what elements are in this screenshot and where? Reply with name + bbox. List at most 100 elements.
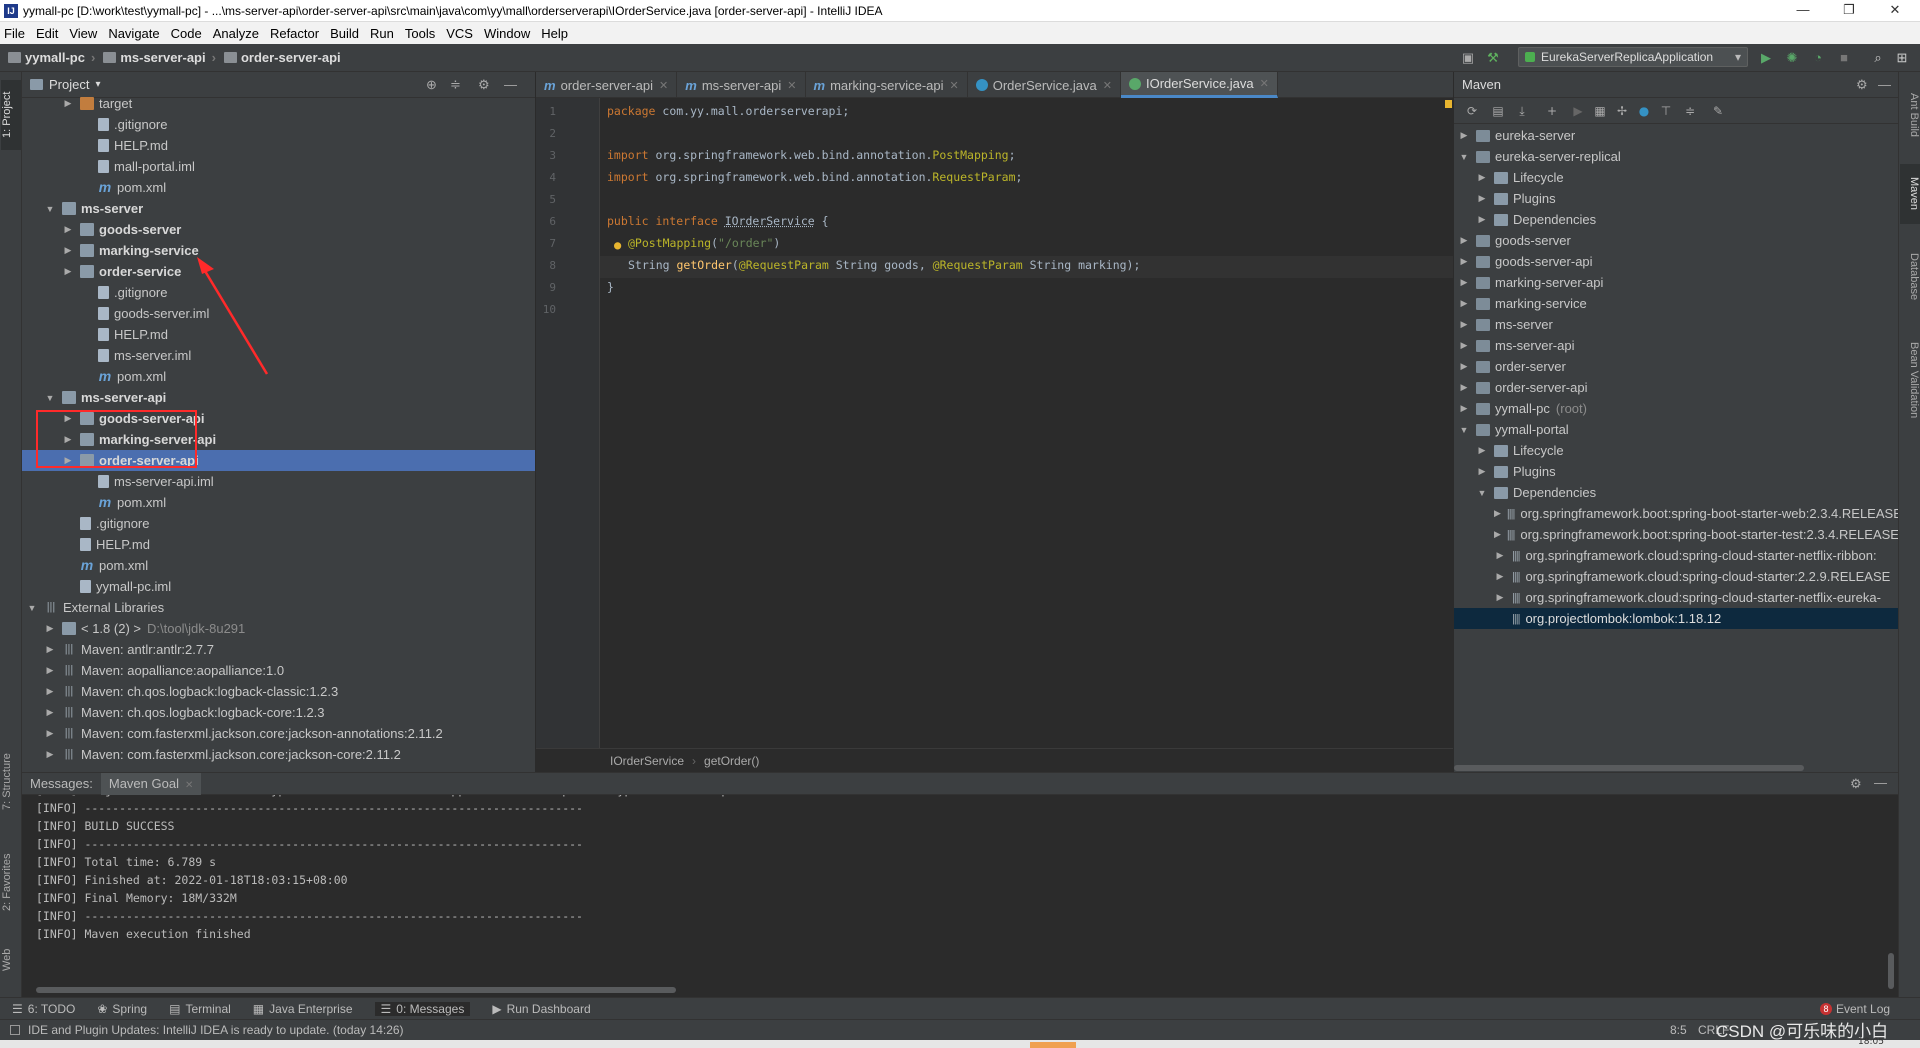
maven-tree-item[interactable]: |||| org.projectlombok:lombok:1.18.12 bbox=[1454, 608, 1898, 629]
close-tab-icon[interactable]: ✕ bbox=[950, 79, 959, 92]
tab-database[interactable]: Database bbox=[1900, 242, 1920, 312]
horizontal-scrollbar[interactable] bbox=[36, 987, 676, 993]
expand-arrow-icon[interactable]: ▶ bbox=[1476, 445, 1488, 456]
expand-arrow-icon[interactable]: ▶ bbox=[1476, 466, 1488, 477]
expand-arrow-icon[interactable]: ▶ bbox=[1476, 214, 1488, 225]
maven-tree-item[interactable]: ▶ Plugins bbox=[1454, 461, 1898, 482]
tree-item[interactable]: m pom.xml bbox=[22, 366, 535, 387]
toggle-offline-icon[interactable]: ✢ bbox=[1614, 103, 1630, 119]
maven-tree-item[interactable]: ▶ marking-server-api bbox=[1454, 272, 1898, 293]
expand-arrow-icon[interactable]: ▶ bbox=[62, 434, 74, 445]
expand-arrow-icon[interactable]: ▶ bbox=[1494, 508, 1501, 519]
expand-arrow-icon[interactable]: ▶ bbox=[1494, 592, 1506, 603]
expand-arrow-icon[interactable]: ▶ bbox=[1458, 382, 1470, 393]
breadcrumb-item[interactable]: order-server-api bbox=[223, 50, 341, 65]
tree-item[interactable]: ▼ ms-server-api bbox=[22, 387, 535, 408]
editor-tab[interactable]: m order-server-api ✕ bbox=[536, 72, 678, 98]
breadcrumb-method[interactable]: getOrder() bbox=[704, 754, 759, 768]
expand-arrow-icon[interactable]: ▼ bbox=[44, 393, 56, 403]
tool-window-button[interactable]: ▦ Java Enterprise bbox=[253, 1002, 353, 1016]
expand-arrow-icon[interactable]: ▶ bbox=[62, 455, 74, 466]
expand-arrow-icon[interactable]: ▼ bbox=[1476, 488, 1488, 498]
maven-tree-item[interactable]: ▶ order-server-api bbox=[1454, 377, 1898, 398]
hide-panel-icon[interactable]: — bbox=[1874, 775, 1887, 790]
tab-favorites[interactable]: 2: Favorites bbox=[1, 842, 21, 922]
gear-icon[interactable]: ⚙ bbox=[1850, 776, 1862, 792]
editor-tab[interactable]: m marking-service-api ✕ bbox=[806, 72, 968, 98]
tree-item[interactable]: yymall-pc.iml bbox=[22, 576, 535, 597]
tool-window-button[interactable]: ▶ Run Dashboard bbox=[492, 1002, 590, 1016]
expand-arrow-icon[interactable]: ▶ bbox=[62, 266, 74, 277]
expand-arrow-icon[interactable]: ▶ bbox=[1458, 277, 1470, 288]
tab-bean-validation[interactable]: Bean Validation bbox=[1900, 330, 1920, 430]
menu-edit[interactable]: Edit bbox=[36, 26, 58, 41]
tab-web[interactable]: Web bbox=[1, 940, 21, 980]
expand-arrow-icon[interactable]: ▶ bbox=[1494, 571, 1506, 582]
tree-item[interactable]: ▶ goods-server-api bbox=[22, 408, 535, 429]
expand-arrow-icon[interactable]: ▶ bbox=[1458, 130, 1470, 141]
tab-messages[interactable]: Messages: bbox=[22, 773, 101, 795]
gear-icon[interactable]: ⚙ bbox=[1856, 77, 1868, 93]
maven-tree-item[interactable]: ▶ ms-server bbox=[1454, 314, 1898, 335]
tree-item[interactable]: HELP.md bbox=[22, 324, 535, 345]
horizontal-scrollbar[interactable] bbox=[1454, 765, 1804, 771]
download-icon[interactable]: ⤓ bbox=[1514, 103, 1530, 119]
expand-arrow-icon[interactable]: ▶ bbox=[1494, 550, 1506, 561]
tree-item[interactable]: m pom.xml bbox=[22, 492, 535, 513]
menu-file[interactable]: File bbox=[4, 26, 25, 41]
menu-code[interactable]: Code bbox=[171, 26, 202, 41]
minimize-button[interactable]: — bbox=[1780, 0, 1826, 22]
vcs-icon[interactable]: ⊞ bbox=[1894, 50, 1910, 66]
maven-tree-item[interactable]: ▶ Plugins bbox=[1454, 188, 1898, 209]
stop-icon[interactable]: ■ bbox=[1836, 50, 1852, 66]
search-icon[interactable]: ⌕ bbox=[1870, 50, 1886, 66]
maven-tree-item[interactable]: ▶ goods-server bbox=[1454, 230, 1898, 251]
menu-build[interactable]: Build bbox=[330, 26, 359, 41]
tree-item[interactable]: ▶ ||| Maven: ch.qos.logback:logback-core:1… bbox=[22, 702, 535, 723]
menu-vcs[interactable]: VCS bbox=[446, 26, 473, 41]
maven-tree-item[interactable]: ▼ Dependencies bbox=[1454, 482, 1898, 503]
maven-tree-item[interactable]: ▶ |||| org.springframework.cloud:spring-cl… bbox=[1454, 566, 1898, 587]
tree-item[interactable]: goods-server.iml bbox=[22, 303, 535, 324]
collapse-all-icon[interactable]: ≑ bbox=[1682, 103, 1698, 119]
tree-item[interactable]: ▶ target bbox=[22, 93, 535, 114]
tree-item[interactable]: ▶ ||| Maven: com.fasterxml.jackson.core:ja… bbox=[22, 723, 535, 744]
maven-tree-item[interactable]: ▶ |||| org.springframework.boot:spring-boo… bbox=[1454, 524, 1898, 545]
tree-item[interactable]: ▶ marking-server-api bbox=[22, 429, 535, 450]
status-message[interactable]: IDE and Plugin Updates: IntelliJ IDEA is… bbox=[28, 1023, 404, 1037]
tree-item[interactable]: HELP.md bbox=[22, 534, 535, 555]
tab-ant-build[interactable]: Ant Build bbox=[1900, 80, 1920, 150]
editor-tab[interactable]: OrderService.java ✕ bbox=[968, 72, 1121, 98]
expand-arrow-icon[interactable]: ▶ bbox=[62, 224, 74, 235]
menu-view[interactable]: View bbox=[69, 26, 97, 41]
tree-item[interactable]: ms-server.iml bbox=[22, 345, 535, 366]
tree-item[interactable]: ▼ ||| External Libraries bbox=[22, 597, 535, 618]
close-button[interactable]: ✕ bbox=[1872, 0, 1918, 22]
locate-icon[interactable]: ⊕ bbox=[426, 77, 437, 93]
execute-goal-icon[interactable]: ▦ bbox=[1592, 103, 1608, 119]
maven-tree-item[interactable]: ▶ order-server bbox=[1454, 356, 1898, 377]
menu-analyze[interactable]: Analyze bbox=[213, 26, 259, 41]
maven-tree-item[interactable]: ▶ Lifecycle bbox=[1454, 440, 1898, 461]
show-dependencies-icon[interactable]: ⊤ bbox=[1658, 103, 1674, 119]
tree-item[interactable]: .gitignore bbox=[22, 114, 535, 135]
maven-tree-item[interactable]: ▶ |||| org.springframework.boot:spring-boo… bbox=[1454, 503, 1898, 524]
tree-item[interactable]: ▶ marking-service bbox=[22, 240, 535, 261]
maven-tree-item[interactable]: ▶ Dependencies bbox=[1454, 209, 1898, 230]
gear-icon[interactable]: ⚙ bbox=[478, 77, 490, 93]
expand-arrow-icon[interactable]: ▶ bbox=[1458, 361, 1470, 372]
maven-tree-item[interactable]: ▶ yymall-pc (root) bbox=[1454, 398, 1898, 419]
close-tab-icon[interactable]: ✕ bbox=[1260, 77, 1269, 90]
expand-arrow-icon[interactable]: ▶ bbox=[1458, 403, 1470, 414]
add-icon[interactable]: + bbox=[1544, 103, 1560, 119]
maven-tree-item[interactable]: ▶ Lifecycle bbox=[1454, 167, 1898, 188]
menu-window[interactable]: Window bbox=[484, 26, 530, 41]
expand-arrow-icon[interactable]: ▼ bbox=[1458, 152, 1470, 162]
tree-item[interactable]: ▶ ||| Maven: com.fasterxml.jackson.core:ja… bbox=[22, 744, 535, 765]
menu-run[interactable]: Run bbox=[370, 26, 394, 41]
collapse-all-icon[interactable]: ≑ bbox=[450, 77, 461, 93]
maven-tree-item[interactable]: ▶ marking-service bbox=[1454, 293, 1898, 314]
tree-item[interactable]: ▶ goods-server bbox=[22, 219, 535, 240]
expand-arrow-icon[interactable]: ▶ bbox=[1476, 193, 1488, 204]
close-tab-icon[interactable]: ✕ bbox=[1103, 79, 1112, 92]
